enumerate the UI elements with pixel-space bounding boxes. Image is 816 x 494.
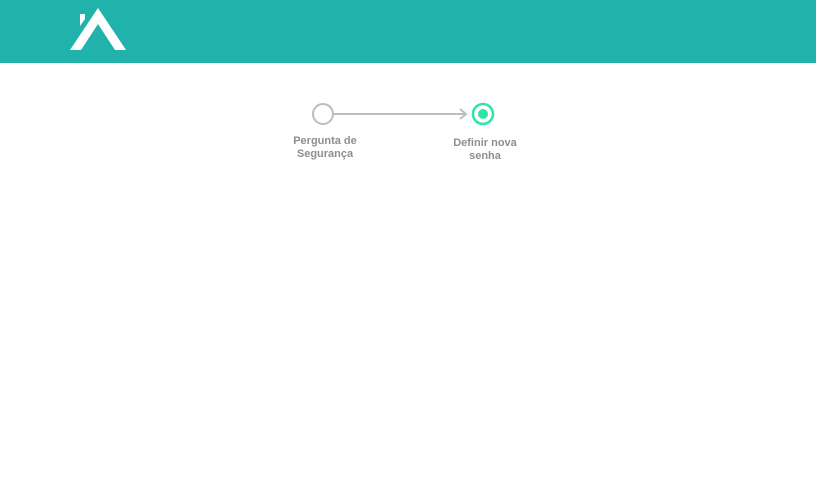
active-dot-inner <box>478 109 488 119</box>
step-label-new-password[interactable]: Definir nova senha <box>440 137 530 163</box>
password-recovery-stepper: Pergunta de Segurança Definir nova senha <box>280 101 540 181</box>
step-label-line: senha <box>469 150 501 162</box>
main-content: Pergunta de Segurança Definir nova senha <box>0 63 816 494</box>
stepper-track <box>312 102 495 126</box>
roof-a-logo-icon[interactable] <box>70 8 126 50</box>
step-label-line: Pergunta de <box>293 135 357 147</box>
empty-circle-icon[interactable] <box>312 103 334 125</box>
step-label-security-question[interactable]: Pergunta de Segurança <box>280 135 370 161</box>
step-label-line: Segurança <box>296 148 354 160</box>
step-label-line: Definir nova <box>453 137 517 149</box>
app-header <box>0 0 816 63</box>
